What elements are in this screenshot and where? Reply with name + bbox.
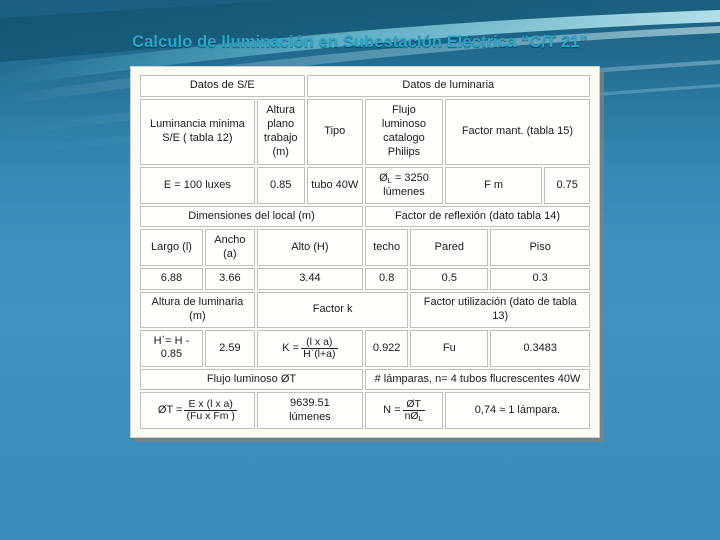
phit-fraction: E x (l x a) (Fu x Fm ) <box>184 399 237 423</box>
header-luminancia-minima: Luminancia minima S/E ( tabla 12) <box>140 98 255 166</box>
table-row: Largo (l) Ancho (a) Alto (H) techo Pared… <box>140 229 590 266</box>
n-den-subscript: L <box>418 413 423 423</box>
header-flujo-catalogo: Flujo luminoso catalogo Philips <box>364 98 443 166</box>
header-factor-k: Factor k <box>256 291 409 329</box>
value-factor-k: 0.922 <box>364 330 409 367</box>
value-piso: 0.3 <box>490 267 590 290</box>
n-fraction: ØT nØL <box>402 398 425 423</box>
value-pared: 0.5 <box>410 267 489 290</box>
formula-numero-lamparas: N = ØT nØL <box>364 392 443 429</box>
header-alto: Alto (H) <box>256 229 363 266</box>
phit-value: 9639.51 <box>290 396 330 409</box>
calculation-table: Datos de S/E Datos de luminaria Luminanc… <box>138 73 592 431</box>
header-altura-plano-trabajo: Altura plano trabajo (m) <box>256 98 305 166</box>
value-techo: 0.8 <box>364 267 409 290</box>
label-fu: Fu <box>410 330 489 367</box>
flujo-value: = 3250 <box>394 171 429 184</box>
table-row: Luminancia minima S/E ( tabla 12) Altura… <box>140 98 590 166</box>
flujo-subscript: L <box>387 175 392 185</box>
n-denominator: nØL <box>403 409 425 423</box>
table-row: H`= H - 0.85 2.59 K = (l x a) H`(l+a) 0.92… <box>140 330 590 367</box>
header-piso: Piso <box>490 229 590 266</box>
table-row: ØT = E x (l x a) (Fu x Fm ) 9639.51 lúmene… <box>140 392 590 429</box>
phit-lead: ØT = <box>157 403 183 416</box>
header-factor-utilizacion: Factor utilización (dato de tabla 13) <box>410 291 590 329</box>
value-altura-luminaria: 2.59 <box>204 330 255 367</box>
header-largo: Largo (l) <box>140 229 203 266</box>
value-flujo-luminoso-catalogo: ØL = 3250 lúmenes <box>364 167 443 204</box>
value-alto: 3.44 <box>256 267 363 290</box>
header-altura-luminaria: Altura de luminaria (m) <box>140 291 255 329</box>
header-factor-reflexion: Factor de reflexión (dato tabla 14) <box>364 205 590 228</box>
header-tipo: Tipo <box>306 98 363 166</box>
header-ancho: Ancho (a) <box>204 229 255 266</box>
value-largo: 6.88 <box>140 267 203 290</box>
value-fu: 0.3483 <box>490 330 590 367</box>
value-flujo-total: 9639.51 lúmenes <box>256 392 363 429</box>
slide: Calculo de Iluminación en Subestación El… <box>0 0 720 540</box>
header-numero-lamparas: # lámparas, n= 4 tubos flucrescentes 40W <box>364 368 590 391</box>
table-row: Altura de luminaria (m) Factor k Factor … <box>140 291 590 329</box>
value-numero-lamparas: 0,74 ≈ 1 lámpara. <box>444 392 590 429</box>
flujo-symbol: Ø <box>379 171 388 184</box>
k-fraction: (l x a) H`(l+a) <box>301 336 338 360</box>
flujo-unit: lúmenes <box>383 185 425 198</box>
header-datos-luminaria: Datos de luminaria <box>306 75 590 97</box>
header-pared: Pared <box>410 229 489 266</box>
value-tipo: tubo 40W <box>306 167 363 204</box>
table-row: Flujo luminoso ØT # lámparas, n= 4 tubos… <box>140 368 590 391</box>
phit-unit: lúmenes <box>289 410 331 423</box>
value-fm: 0.75 <box>544 167 590 204</box>
page-title: Calculo de Iluminación en Subestación El… <box>132 33 588 51</box>
table-row: 6.88 3.66 3.44 0.8 0.5 0.3 <box>140 267 590 290</box>
value-ancho: 3.66 <box>204 267 255 290</box>
value-altura-plano-trabajo: 0.85 <box>256 167 305 204</box>
header-dimensiones-local: Dimensiones del local (m) <box>140 205 363 228</box>
header-datos-se: Datos de S/E <box>140 75 305 97</box>
k-denominator: H`(l+a) <box>303 347 336 360</box>
k-lead: K = <box>282 341 300 354</box>
formula-altura-luminaria: H`= H - 0.85 <box>140 330 203 367</box>
formula-flujo-total: ØT = E x (l x a) (Fu x Fm ) <box>140 392 255 429</box>
calculation-table-frame: Datos de S/E Datos de luminaria Luminanc… <box>130 66 600 438</box>
n-lead: N = <box>383 403 401 416</box>
label-fm: F m <box>444 167 543 204</box>
table-row: Datos de S/E Datos de luminaria <box>140 75 590 97</box>
n-den-symbol: Ø <box>410 409 419 422</box>
table-row: Dimensiones del local (m) Factor de refl… <box>140 205 590 228</box>
header-flujo-luminoso-total: Flujo luminoso ØT <box>140 368 363 391</box>
header-factor-mantenimiento: Factor mant. (tabla 15) <box>444 98 590 166</box>
table-row: E = 100 luxes 0.85 tubo 40W ØL = 3250 lú… <box>140 167 590 204</box>
header-techo: techo <box>364 229 409 266</box>
formula-factor-k: K = (l x a) H`(l+a) <box>256 330 363 367</box>
value-luminancia-minima: E = 100 luxes <box>140 167 255 204</box>
phit-denominator: (Fu x Fm ) <box>186 410 235 423</box>
